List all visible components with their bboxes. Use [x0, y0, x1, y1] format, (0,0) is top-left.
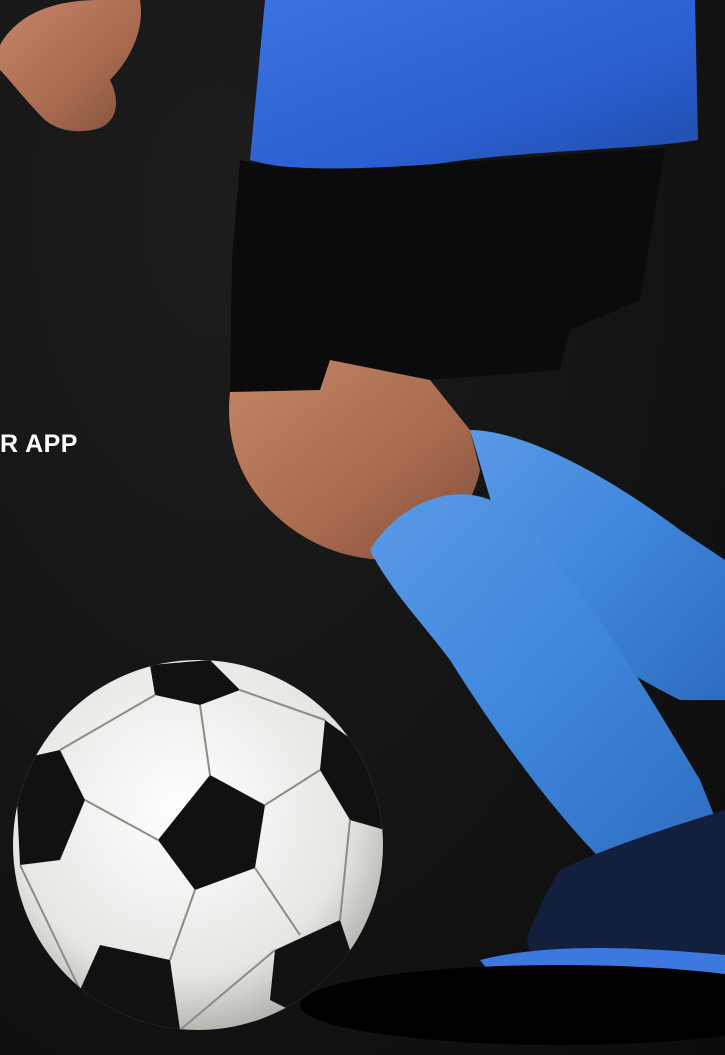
headline-text: R APP: [0, 430, 78, 458]
shorts: [230, 148, 665, 392]
hand: [0, 0, 141, 132]
soccer-ball: [13, 660, 383, 1030]
ground-shadow: [300, 965, 725, 1045]
soccer-player-illustration: [0, 0, 725, 1045]
jersey: [250, 0, 698, 173]
photo-scene: R APP: [0, 0, 725, 1055]
